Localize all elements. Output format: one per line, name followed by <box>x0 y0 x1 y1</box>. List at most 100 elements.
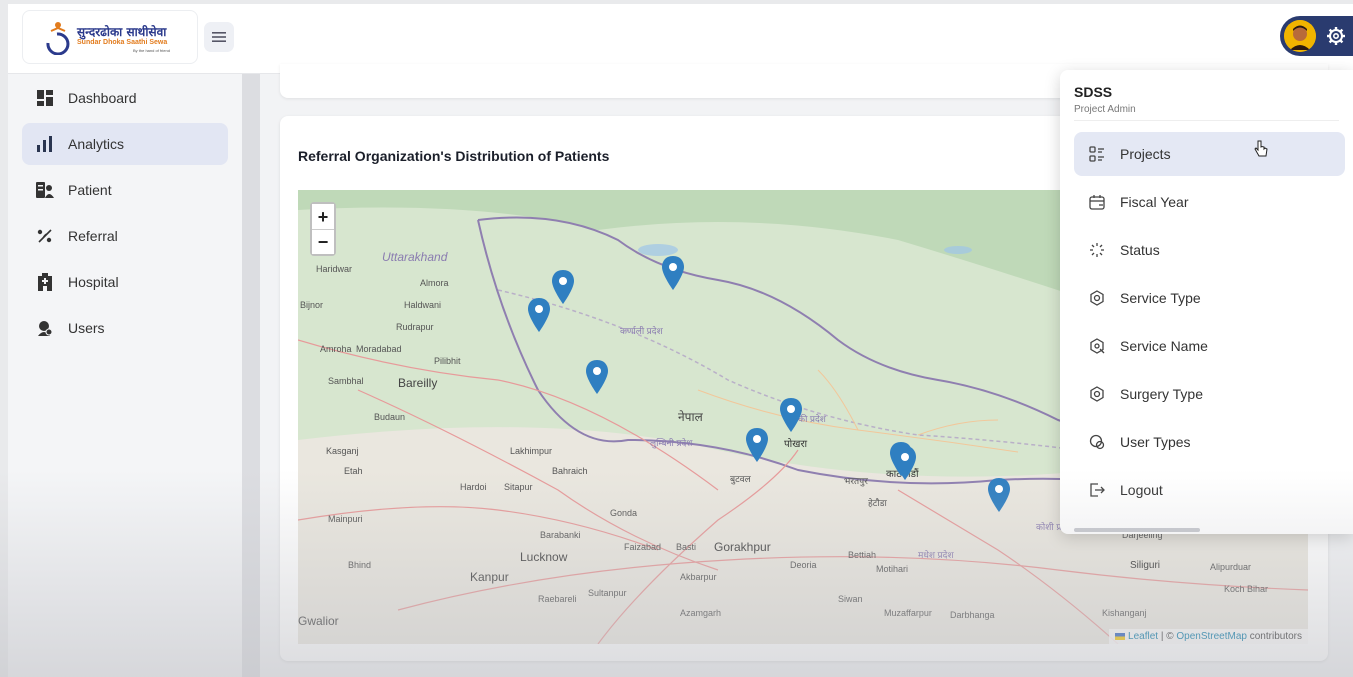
map-label: Gorakhpur <box>714 540 771 554</box>
map-label: Raebareli <box>538 594 577 604</box>
map-label: Barabanki <box>540 530 581 540</box>
brand-tagline: By the hand of friend <box>133 48 170 53</box>
avatar-face-icon <box>1284 20 1316 52</box>
attribution-tail: contributors <box>1246 631 1302 642</box>
bar-chart-icon <box>36 135 54 153</box>
map-marker[interactable] <box>552 270 574 304</box>
map-marker[interactable] <box>988 478 1010 512</box>
logo-icon <box>46 22 70 55</box>
sidebar-item-analytics[interactable]: Analytics <box>22 123 228 165</box>
sidebar-item-label: Users <box>68 320 105 336</box>
map-label: Bijnor <box>300 300 324 310</box>
hand-cursor-icon <box>1254 140 1268 157</box>
patient-icon <box>36 181 54 199</box>
hospital-icon <box>36 273 54 291</box>
brand-logo[interactable]: सुन्दरढोका साथीसेवा Sundar Dhoka Saathi … <box>22 10 198 64</box>
map-label: Siliguri <box>1130 560 1161 571</box>
sidebar-item-label: Referral <box>68 228 118 244</box>
loader-icon <box>1088 241 1106 259</box>
map-label: Akbarpur <box>680 572 717 582</box>
map-marker[interactable] <box>528 298 550 332</box>
menu-item-fiscal-year[interactable]: Fiscal Year <box>1074 180 1345 224</box>
map-label: Rudrapur <box>396 322 434 332</box>
menu-item-label: Fiscal Year <box>1120 194 1189 210</box>
hamburger-menu-button[interactable] <box>204 22 234 52</box>
sidebar-item-users[interactable]: Users <box>22 307 228 349</box>
zoom-in-button[interactable]: + <box>312 204 334 229</box>
sidebar-item-label: Analytics <box>68 136 125 152</box>
menu-item-label: Service Name <box>1120 338 1208 354</box>
map-label: कर्णाली प्रदेश <box>620 326 663 336</box>
menu-item-service-name[interactable]: Service Name <box>1074 324 1345 368</box>
map-label: Deoria <box>790 560 817 570</box>
map-marker[interactable] <box>586 360 608 394</box>
openstreetmap-link[interactable]: OpenStreetMap <box>1176 631 1247 642</box>
referral-icon <box>36 227 54 245</box>
map-label: लुम्बिनी प्रदेश <box>650 438 693 448</box>
sidebar-item-hospital[interactable]: Hospital <box>22 261 228 303</box>
map-label: Darbhanga <box>950 610 995 620</box>
menu-item-service-type[interactable]: Service Type <box>1074 276 1345 320</box>
sidebar-item-dashboard[interactable]: Dashboard <box>22 77 228 119</box>
menu-item-projects[interactable]: Projects <box>1074 132 1345 176</box>
sidebar-item-referral[interactable]: Referral <box>22 215 228 257</box>
menu-item-logout[interactable]: Logout <box>1074 468 1345 512</box>
leaflet-link[interactable]: Leaflet <box>1128 631 1158 642</box>
map-label: Pilibhit <box>434 356 461 366</box>
map-label: Haldwani <box>404 300 442 310</box>
map-label: पोखरा <box>784 439 808 450</box>
menu-item-surgery-type[interactable]: Surgery Type <box>1074 372 1345 416</box>
map-label: Faizabad <box>624 542 662 552</box>
map-marker[interactable] <box>780 398 802 432</box>
map-zoom-control: + − <box>310 202 336 256</box>
gear-icon[interactable] <box>1326 26 1346 46</box>
sidebar: Dashboard Analytics Patient Referral Hos… <box>8 74 242 677</box>
map-label: Hardoi <box>460 482 487 492</box>
menu-item-label: Status <box>1120 242 1160 258</box>
map-label: Mainpuri <box>328 514 363 524</box>
surgery-ring-icon <box>1088 385 1106 403</box>
user-name: SDSS <box>1074 84 1113 100</box>
map-marker[interactable] <box>894 446 916 480</box>
sidebar-item-label: Dashboard <box>68 90 137 106</box>
map-label: Sitapur <box>504 482 533 492</box>
dropdown-scrollbar[interactable] <box>1074 528 1200 532</box>
map-label: Kasganj <box>326 446 359 456</box>
calendar-icon <box>1088 193 1106 211</box>
map-label: Azamgarh <box>680 608 722 618</box>
map-label: Siwan <box>838 594 863 604</box>
map-label: Motihari <box>876 564 909 574</box>
map-label: नेपाल <box>678 410 703 424</box>
map-marker[interactable] <box>662 256 684 290</box>
menu-item-label: Logout <box>1120 482 1163 498</box>
sidebar-item-patient[interactable]: Patient <box>22 169 228 211</box>
map-marker[interactable] <box>746 428 768 462</box>
map-label: Moradabad <box>356 344 402 354</box>
sidebar-scrollbar[interactable] <box>242 74 260 677</box>
zoom-out-button[interactable]: − <box>312 229 334 254</box>
sidebar-item-label: Hospital <box>68 274 119 290</box>
map-label: Haridwar <box>316 264 353 274</box>
map-label: भरतपुर <box>844 476 868 486</box>
map-label: Lucknow <box>520 550 568 564</box>
map-label: Bettiah <box>848 550 877 560</box>
map-label: Alipurduar <box>1210 562 1252 572</box>
map-label: Sambhal <box>328 376 364 386</box>
map-label: Lakhimpur <box>510 446 553 456</box>
map-label: Uttarakhand <box>382 250 448 264</box>
brand-title-np: सुन्दरढोका साथीसेवा <box>77 25 167 39</box>
menu-item-status[interactable]: Status <box>1074 228 1345 272</box>
map-label: Bareilly <box>398 376 438 390</box>
attribution-separator: | © <box>1158 631 1177 642</box>
dropdown-divider <box>1074 120 1339 121</box>
user-menu-toggle[interactable] <box>1280 16 1353 56</box>
map-label: Gonda <box>610 508 638 518</box>
avatar[interactable] <box>1284 20 1316 52</box>
map-label: बुटवल <box>730 474 751 484</box>
map-label: Kishanganj <box>1102 608 1147 618</box>
map-label: हेटौडा <box>868 498 887 508</box>
map-label: Gwalior <box>298 614 339 628</box>
menu-item-user-types[interactable]: User Types <box>1074 420 1345 464</box>
logout-icon <box>1088 481 1106 499</box>
dashboard-grid-icon <box>36 89 54 107</box>
